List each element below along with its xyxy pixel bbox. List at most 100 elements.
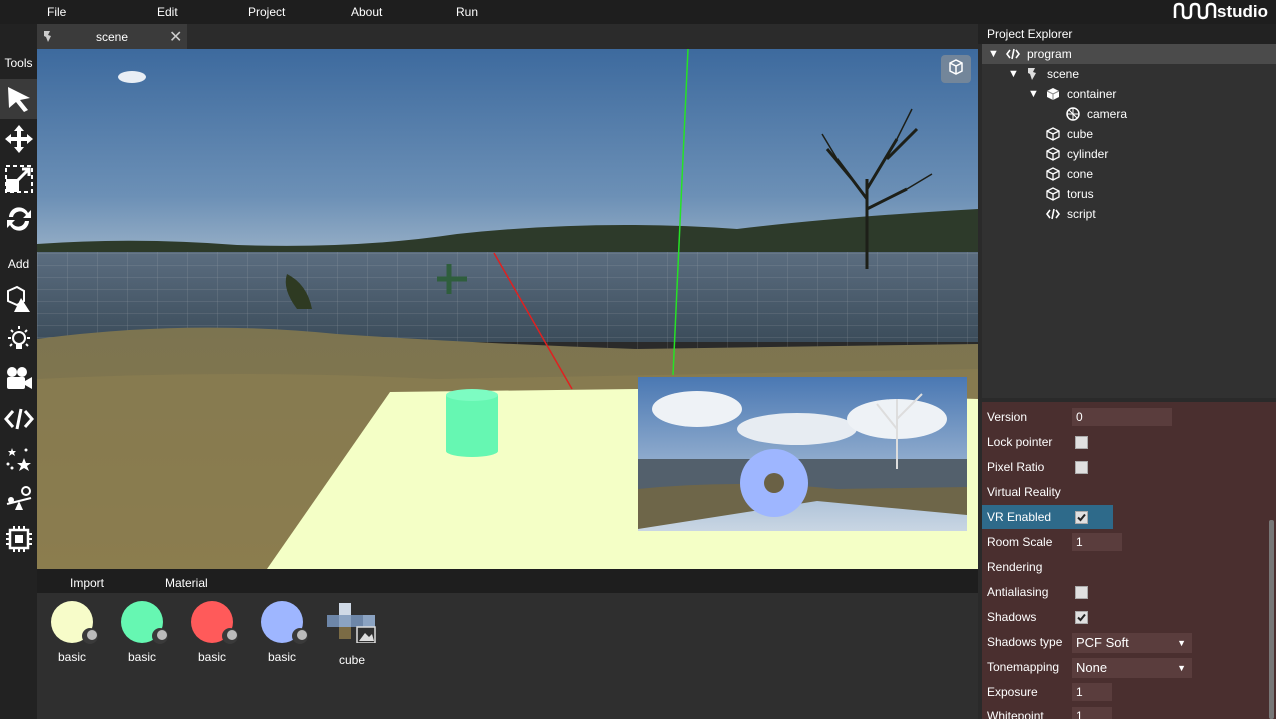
room-scale-input[interactable]: 1 [1072, 533, 1122, 551]
asset-material[interactable]: basic [257, 601, 308, 664]
app-logo: studio [1173, 2, 1268, 22]
add-device-button[interactable] [0, 519, 37, 559]
whitepoint-input[interactable]: 1 [1072, 707, 1112, 719]
lock-pointer-checkbox[interactable] [1075, 436, 1088, 449]
chevron-down-icon[interactable]: ▼ [1008, 64, 1019, 84]
tree-item-cylinder[interactable]: cylinder [982, 144, 1276, 164]
add-primitive-button[interactable] [0, 279, 37, 319]
whitepoint-row: Whitepoint 1 [982, 704, 1276, 719]
shadows-row: Shadows [982, 605, 1276, 629]
rotate-tool-button[interactable] [0, 199, 37, 239]
material-type-icon [152, 628, 168, 644]
version-row: Version 0 [982, 405, 1276, 429]
room-scale-row: Room Scale 1 [982, 530, 1276, 554]
inspector-scrollbar[interactable] [1269, 520, 1274, 719]
material-preview [191, 601, 238, 644]
tonemapping-select[interactable]: None ▼ [1072, 658, 1192, 678]
tonemapping-label: Tonemapping [987, 660, 1060, 674]
menu-project[interactable]: Project [248, 5, 285, 19]
add-light-button[interactable] [0, 319, 37, 359]
asset-material[interactable]: basic [187, 601, 238, 664]
scene-icon [1028, 68, 1036, 80]
version-input[interactable]: 0 [1072, 408, 1172, 426]
lock-pointer-label: Lock pointer [987, 435, 1053, 449]
camera-icon [6, 367, 32, 389]
torus-object[interactable] [740, 449, 808, 517]
tonemapping-row: Tonemapping None ▼ [982, 655, 1276, 679]
chevron-down-icon[interactable]: ▼ [1028, 84, 1039, 104]
add-script-button[interactable] [0, 399, 37, 439]
code-icon [3, 408, 34, 430]
whitepoint-label: Whitepoint [987, 709, 1044, 719]
scene-canvas[interactable] [37, 49, 978, 569]
tree-item-script[interactable]: script [982, 204, 1276, 224]
vr-enabled-checkbox[interactable] [1075, 511, 1088, 524]
asset-material[interactable]: basic [117, 601, 168, 664]
shapes-icon [6, 285, 30, 312]
tree-item-cube[interactable]: cube [982, 124, 1276, 144]
rendering-section-title: Rendering [987, 560, 1043, 574]
cylinder-object[interactable] [446, 389, 498, 457]
pixel-ratio-checkbox[interactable] [1075, 461, 1088, 474]
tree-item-program[interactable]: ▼ program [982, 44, 1276, 64]
tab-scene[interactable]: scene ✕ [37, 24, 187, 49]
chip-icon [5, 526, 32, 552]
shadows-checkbox[interactable] [1075, 611, 1088, 624]
lightbulb-icon [7, 326, 30, 349]
scene-viewport[interactable] [37, 49, 978, 569]
explorer-header: Project Explorer [978, 24, 1276, 44]
move-arrows-icon [4, 125, 33, 153]
shadows-type-select[interactable]: PCF Soft ▼ [1072, 633, 1192, 653]
chevron-down-icon[interactable]: ▼ [988, 44, 999, 64]
tree-item-cone[interactable]: cone [982, 164, 1276, 184]
asset-label: basic [127, 650, 156, 664]
cubemap-preview-icon [327, 603, 376, 644]
pointer-icon [7, 87, 30, 112]
tools-label: Tools [4, 56, 33, 70]
select-tool-button[interactable] [0, 79, 37, 119]
menu-run[interactable]: Run [456, 5, 478, 19]
material-preview [261, 601, 308, 644]
import-menu[interactable]: Import [70, 576, 104, 590]
cube-outline-icon [1046, 147, 1060, 161]
antialiasing-row: Antialiasing [982, 580, 1276, 604]
tree-item-container[interactable]: ▼ container [982, 84, 1276, 104]
antialiasing-checkbox[interactable] [1075, 586, 1088, 599]
inspector-panel: Version 0 Lock pointer Pixel Ratio Virtu… [982, 402, 1276, 719]
cube-icon [1046, 88, 1060, 100]
move-tool-button[interactable] [0, 119, 37, 159]
tab-bar: scene ✕ [37, 24, 978, 49]
tree-item-scene[interactable]: ▼ scene [982, 64, 1276, 84]
add-camera-button[interactable] [0, 359, 37, 399]
shadows-type-label: Shadows type [987, 635, 1063, 649]
camera-icon [1066, 107, 1080, 121]
add-effects-button[interactable] [0, 439, 37, 479]
menu-file[interactable]: File [47, 5, 66, 19]
tab-close-icon[interactable]: ✕ [169, 27, 182, 47]
shadows-type-row: Shadows type PCF Soft ▼ [982, 630, 1276, 654]
pixel-ratio-row: Pixel Ratio [982, 455, 1276, 479]
asset-material[interactable]: basic [47, 601, 98, 664]
vr-enabled-label: VR Enabled [987, 510, 1052, 524]
tool-bar: Tools Add [0, 24, 37, 719]
asset-label: cube [338, 653, 366, 667]
exposure-input[interactable]: 1 [1072, 683, 1112, 701]
add-physics-button[interactable] [0, 479, 37, 519]
material-menu[interactable]: Material [165, 576, 208, 590]
code-icon [1006, 48, 1020, 60]
material-type-icon [82, 628, 98, 644]
scale-tool-button[interactable] [0, 159, 37, 199]
asset-panel: basic basic basic basic cube [37, 593, 978, 719]
asset-cube-texture[interactable]: cube [327, 601, 377, 667]
menu-edit[interactable]: Edit [157, 5, 178, 19]
menu-about[interactable]: About [351, 5, 382, 19]
material-type-icon [222, 628, 238, 644]
view-cube-button[interactable] [941, 55, 971, 83]
code-icon [1046, 208, 1060, 220]
tab-title: scene [96, 30, 129, 44]
shadows-label: Shadows [987, 610, 1037, 624]
tree-item-camera[interactable]: camera [982, 104, 1276, 124]
cloud [118, 71, 146, 83]
tree-item-torus[interactable]: torus [982, 184, 1276, 204]
camera-preview [638, 377, 967, 531]
